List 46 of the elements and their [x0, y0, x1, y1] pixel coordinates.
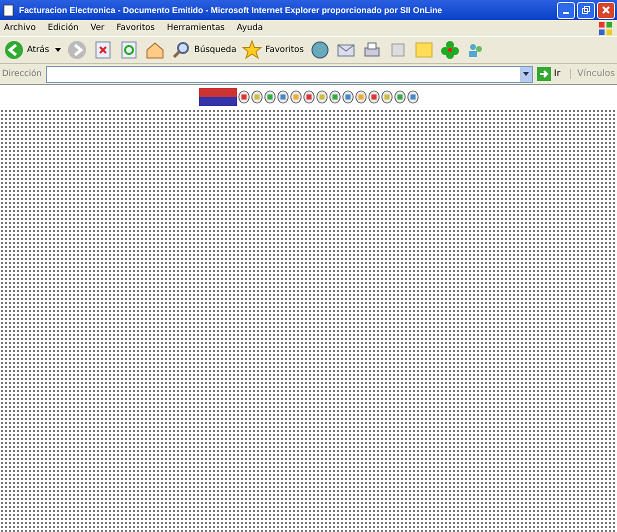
minimize-icon [563, 12, 569, 14]
seal-icon[interactable] [368, 89, 380, 105]
seal-icon[interactable] [380, 89, 392, 105]
close-button[interactable] [597, 2, 615, 18]
menu-item[interactable]: Edición [48, 23, 85, 33]
stop-icon[interactable] [93, 40, 114, 60]
window-title: Facturacion Electronica - Documento Emitido - Microsoft Internet Explorer proporcionado por SII OnLine [19, 5, 444, 15]
search-button[interactable]: Búsqueda [171, 40, 236, 60]
minimize-button[interactable] [557, 2, 575, 18]
menu-item[interactable]: Archivo [4, 23, 42, 33]
seal-icon[interactable] [394, 89, 406, 105]
seal-icon[interactable] [316, 89, 328, 105]
restore-icon [581, 5, 591, 15]
back-button[interactable]: Atrás [4, 40, 62, 60]
address-label: Dirección [2, 69, 42, 79]
logo-drawing [198, 88, 236, 106]
seal-icon[interactable] [302, 89, 314, 105]
seal-icon[interactable] [406, 89, 418, 105]
go-arrow-icon [536, 67, 551, 81]
page-icon [2, 4, 15, 16]
restore-button[interactable] [577, 2, 595, 18]
star-icon [242, 40, 262, 60]
seal-icon[interactable] [328, 89, 340, 105]
menu-item[interactable]: Favoritos [116, 23, 161, 33]
menu-item[interactable]: Ayuda [236, 23, 269, 33]
menu-item[interactable]: Ver [90, 23, 110, 33]
seal-icon[interactable] [290, 89, 302, 105]
home-icon[interactable] [145, 40, 166, 60]
caret-icon [55, 48, 62, 52]
dropdown-button[interactable] [520, 66, 532, 82]
favorites-button[interactable]: Favoritos [242, 40, 304, 60]
menu-item[interactable]: Herramientas [166, 23, 231, 33]
seal-icon[interactable] [276, 89, 288, 105]
refresh-icon[interactable] [119, 40, 140, 60]
seal-icon[interactable] [238, 89, 250, 105]
seal-icon[interactable] [250, 89, 262, 105]
caret-icon [522, 72, 529, 76]
close-icon [601, 5, 611, 15]
search-icon [171, 40, 192, 60]
windows-logo-icon [598, 20, 613, 36]
address-field[interactable] [46, 66, 533, 82]
go-button[interactable]: Ir [536, 67, 566, 81]
seal-icon[interactable] [354, 89, 366, 105]
seal-icon[interactable] [342, 89, 354, 105]
flower-icon[interactable] [440, 40, 460, 60]
seal-icon[interactable] [264, 89, 276, 105]
